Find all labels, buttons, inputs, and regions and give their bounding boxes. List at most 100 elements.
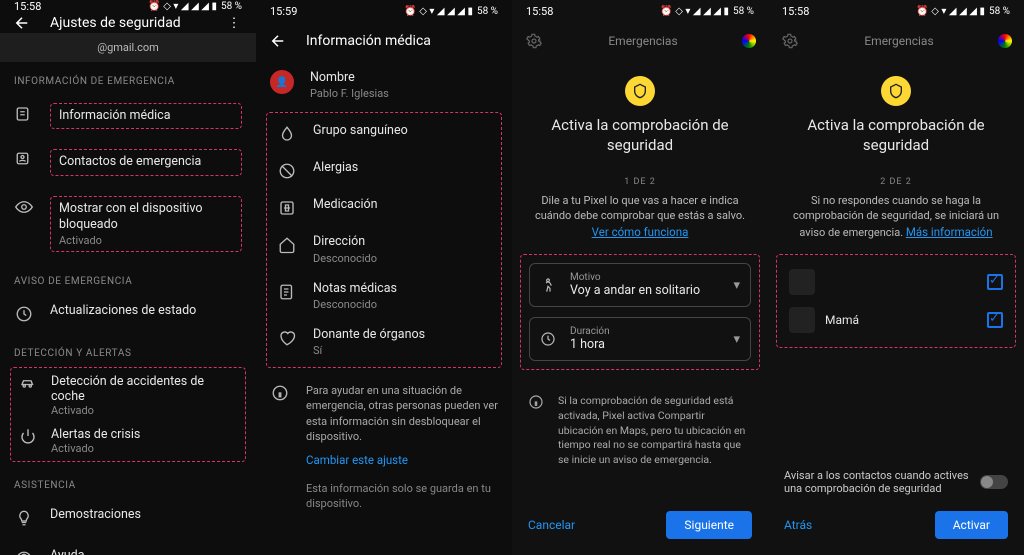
chevron-down-icon: ▾ — [733, 278, 740, 293]
assistant-icon[interactable] — [998, 34, 1012, 48]
learn-more-link[interactable]: Más información — [906, 225, 993, 239]
row-crash-detection[interactable]: Detección de accidentes de coche Activad… — [19, 374, 237, 417]
highlight-fields: Motivo Voy a andar en solitario ▾ Duraci… — [520, 254, 760, 370]
contact-item[interactable] — [785, 263, 1007, 301]
power-icon — [19, 427, 39, 447]
gear-icon[interactable] — [780, 31, 800, 51]
field-value: Voy a andar en solitario — [570, 283, 721, 298]
change-setting-link[interactable]: Cambiar este ajuste — [306, 453, 498, 467]
status-time: 15:58 — [526, 5, 553, 18]
gear-icon[interactable] — [524, 31, 544, 51]
status-icons: ⏰ ◇ ▾ ◢ ◢ ◢ ▮58 % — [148, 1, 242, 12]
avatar — [789, 307, 815, 333]
row-crisis-alerts[interactable]: Alertas de crisis Activado — [19, 427, 237, 455]
field-value: 1 hora — [570, 337, 721, 352]
clock-icon — [14, 304, 34, 324]
pane-safety-check-step1: 15:58 ⏰ ◇ ▾ ◢ ◢ ◢ ▮58 % Emergencias Acti… — [512, 0, 768, 555]
pane-medical-info: 15:59 ⏰ ◇ ▾ ◢ ◢ ◢ ▮58 % Información médi… — [256, 0, 512, 555]
status-time: 15:59 — [270, 5, 297, 18]
help-icon — [14, 549, 34, 555]
app-bar: Ajustes de seguridad ⋮ — [0, 13, 256, 33]
status-icons: ⏰ ◇ ▾ ◢ ◢ ◢ ▮58 % — [916, 6, 1010, 17]
cancel-button[interactable]: Cancelar — [528, 518, 575, 532]
learn-more-link[interactable]: Ver cómo funciona — [592, 225, 689, 239]
status-icons: ⏰ ◇ ▾ ◢ ◢ ◢ ▮58 % — [660, 6, 754, 17]
onboarding-title: Activa la comprobación de seguridad — [512, 116, 768, 155]
back-button[interactable]: Atrás — [784, 518, 812, 532]
medical-icon — [14, 104, 34, 124]
row-label: Contactos de emergencia — [59, 154, 233, 170]
blood-icon — [277, 124, 297, 144]
page-title: Información médica — [306, 33, 500, 49]
highlight-contacts: Mamá — [776, 254, 1016, 348]
status-time: 15:58 — [782, 5, 809, 18]
row-help[interactable]: Ayuda — [0, 538, 256, 555]
row-label: Demostraciones — [50, 507, 242, 523]
field-label: Motivo — [570, 272, 721, 283]
row-demos[interactable]: Demostraciones — [0, 497, 256, 538]
button-row: Cancelar Siguiente — [512, 501, 768, 549]
onboarding-title: Activa la comprobación de seguridad — [768, 116, 1024, 155]
avatar: 👤 — [270, 70, 294, 94]
row-medication[interactable]: Medicación — [273, 189, 495, 226]
avatar — [789, 269, 815, 295]
section-header-detect: DETECCIÓN Y ALERTAS — [0, 334, 256, 365]
info-note: Si la comprobación de seguridad está act… — [512, 384, 768, 477]
step-indicator: 1 DE 2 — [512, 177, 768, 187]
next-button[interactable]: Siguiente — [666, 511, 752, 539]
row-donor[interactable]: Donante de órganos Sí — [273, 319, 495, 365]
notes-icon — [277, 282, 297, 302]
toggle-off[interactable] — [980, 475, 1008, 489]
name-label: Nombre — [310, 70, 498, 86]
car-crash-icon — [19, 374, 39, 394]
checkbox-checked[interactable] — [987, 312, 1003, 328]
account-row[interactable]: @gmail.com — [0, 33, 256, 62]
row-blood-group[interactable]: Grupo sanguíneo — [273, 115, 495, 152]
info-icon — [270, 383, 290, 403]
bulb-icon — [14, 508, 34, 528]
row-status-updates[interactable]: Actualizaciones de estado — [0, 293, 256, 334]
back-icon[interactable] — [12, 13, 32, 33]
name-value: Pablo F. Iglesias — [310, 87, 498, 100]
row-address[interactable]: Dirección Desconocido — [273, 226, 495, 272]
overflow-icon[interactable]: ⋮ — [224, 13, 244, 33]
status-icons: ⏰ ◇ ▾ ◢ ◢ ◢ ▮58 % — [404, 6, 498, 17]
page-title: Ajustes de seguridad — [50, 15, 206, 31]
pill-icon — [277, 198, 297, 218]
row-sublabel: Sí — [313, 344, 491, 357]
row-show-locked[interactable]: Mostrar con el dispositivo bloqueado Act… — [0, 186, 256, 263]
heart-icon — [277, 328, 297, 348]
row-label: Grupo sanguíneo — [313, 123, 491, 139]
row-emergency-contacts[interactable]: Contactos de emergencia — [0, 139, 256, 185]
checkbox-checked[interactable] — [987, 274, 1003, 290]
row-label: Alertas de crisis — [51, 427, 140, 442]
section-header-emerg-alert: AVISO DE EMERGENCIA — [0, 262, 256, 293]
row-label: Detección de accidentes de coche — [51, 374, 237, 404]
assistant-icon[interactable] — [742, 34, 756, 48]
duration-dropdown[interactable]: Duración 1 hora ▾ — [529, 317, 751, 361]
status-bar: 15:58 ⏰ ◇ ▾ ◢ ◢ ◢ ▮58 % — [768, 0, 1024, 22]
row-label: Alergias — [313, 160, 491, 176]
status-bar: 15:58 ⏰ ◇ ▾ ◢ ◢ ◢ ▮58 % — [0, 0, 256, 13]
activate-button[interactable]: Activar — [935, 511, 1008, 539]
row-label: Notas médicas — [313, 281, 491, 297]
row-sublabel: Activado — [51, 404, 237, 417]
row-label: Dirección — [313, 234, 491, 250]
back-icon[interactable] — [268, 31, 288, 51]
contact-item[interactable]: Mamá — [785, 301, 1007, 339]
pane-security-settings: 15:58 ⏰ ◇ ▾ ◢ ◢ ◢ ▮58 % Ajustes de segur… — [0, 0, 256, 555]
reason-dropdown[interactable]: Motivo Voy a andar en solitario ▾ — [529, 263, 751, 307]
row-medical-info[interactable]: Información médica — [0, 93, 256, 139]
hint-text: Si no respondes cuando se haga la compro… — [768, 187, 1024, 240]
app-bar: Información médica — [256, 22, 512, 60]
row-name[interactable]: 👤 Nombre Pablo F. Iglesias — [256, 60, 512, 110]
row-allergies[interactable]: Alergias — [273, 152, 495, 189]
section-header-assist: ASISTENCIA — [0, 466, 256, 497]
row-notes[interactable]: Notas médicas Desconocido — [273, 273, 495, 319]
pane-safety-check-step2: 15:58 ⏰ ◇ ▾ ◢ ◢ ◢ ▮58 % Emergencias Acti… — [768, 0, 1024, 555]
row-label: Información médica — [59, 108, 233, 124]
row-sublabel: Activado — [51, 442, 140, 455]
row-label: Donante de órganos — [313, 327, 491, 343]
app-bar: Emergencias — [512, 22, 768, 60]
info-text: Para ayudar en una situación de emergenc… — [306, 383, 498, 445]
